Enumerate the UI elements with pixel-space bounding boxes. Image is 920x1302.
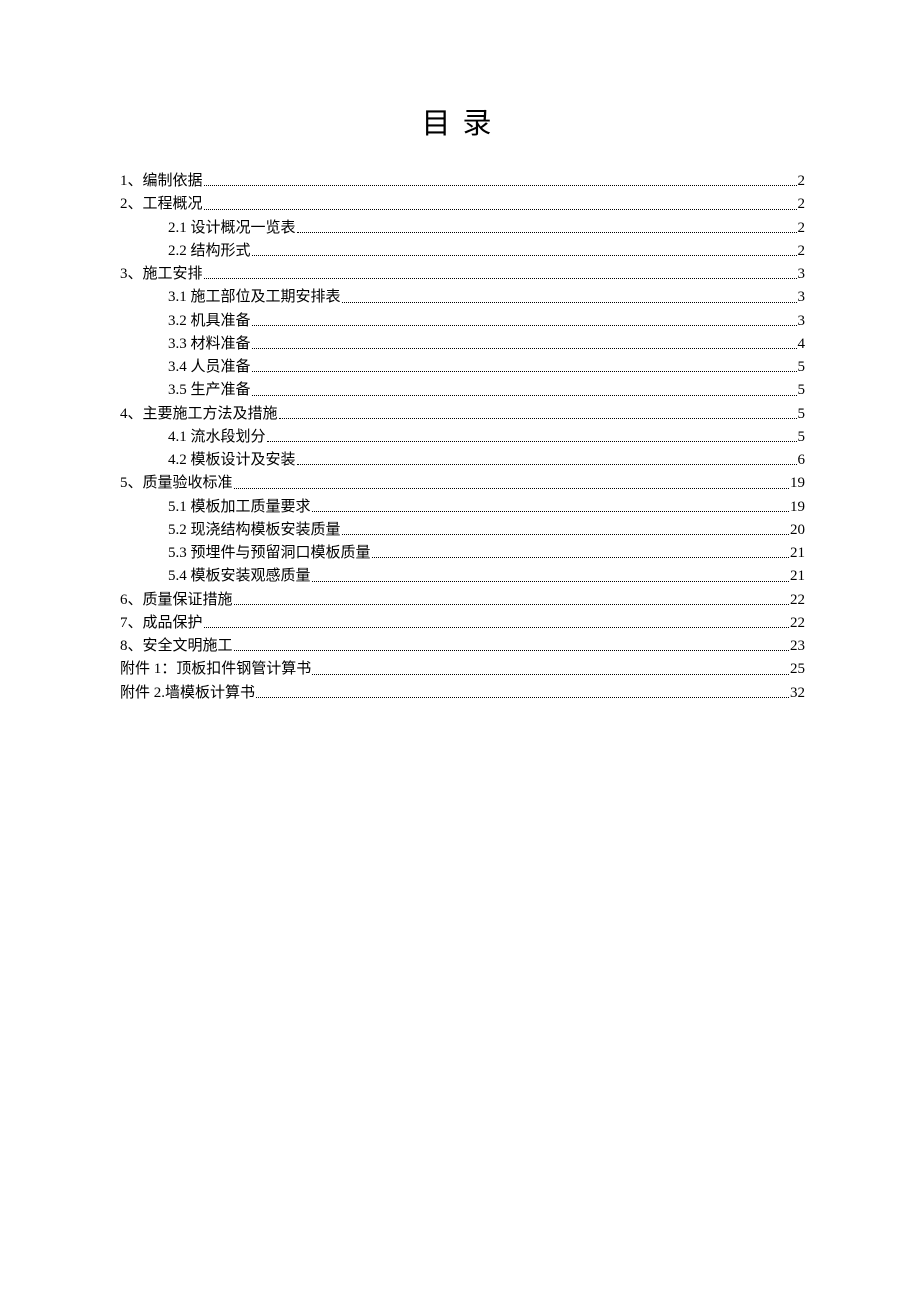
toc-leader-dots: [312, 511, 789, 512]
toc-entry: 3.4 人员准备 5: [120, 356, 805, 379]
toc-entry-label: 3.5 生产准备: [168, 379, 251, 402]
toc-entry-page: 22: [790, 589, 805, 612]
toc-entry: 3.3 材料准备 4: [120, 333, 805, 356]
toc-entry: 附件 1：顶板扣件钢管计算书 25: [120, 658, 805, 681]
toc-leader-dots: [297, 464, 797, 465]
toc-entry-page: 2: [798, 170, 806, 193]
toc-entry-page: 5: [798, 426, 806, 449]
toc-entry-page: 21: [790, 542, 805, 565]
toc-entry-label: 4.1 流水段划分: [168, 426, 266, 449]
toc-entry: 2.2 结构形式 2: [120, 240, 805, 263]
toc-leader-dots: [204, 278, 797, 279]
toc-entry-page: 4: [798, 333, 806, 356]
toc-entry-label: 5.4 模板安装观感质量: [168, 565, 311, 588]
toc-entry-label: 1、编制依据: [120, 170, 203, 193]
toc-entry: 附件 2.墙模板计算书 32: [120, 682, 805, 705]
toc-entry: 3.2 机具准备 3: [120, 310, 805, 333]
toc-entry: 4、主要施工方法及措施 5: [120, 403, 805, 426]
toc-entry-label: 5.1 模板加工质量要求: [168, 496, 311, 519]
toc-entry: 5.4 模板安装观感质量 21: [120, 565, 805, 588]
toc-leader-dots: [252, 395, 797, 396]
toc-entry-label: 5.3 预埋件与预留洞口模板质量: [168, 542, 371, 565]
toc-entry-page: 22: [790, 612, 805, 635]
toc-entry-page: 5: [798, 403, 806, 426]
toc-leader-dots: [312, 674, 789, 675]
toc-entry-page: 2: [798, 217, 806, 240]
toc-entry: 3、施工安排 3: [120, 263, 805, 286]
toc-entry-label: 附件 2.墙模板计算书: [120, 682, 255, 705]
toc-entry-page: 3: [798, 310, 806, 333]
toc-entry-page: 20: [790, 519, 805, 542]
toc-entry: 4.2 模板设计及安装 6: [120, 449, 805, 472]
toc-entry-label: 2、工程概况: [120, 193, 203, 216]
toc-entry-label: 5、质量验收标准: [120, 472, 233, 495]
toc-leader-dots: [234, 488, 789, 489]
toc-entry-label: 3.4 人员准备: [168, 356, 251, 379]
toc-entry-label: 6、质量保证措施: [120, 589, 233, 612]
toc-leader-dots: [252, 325, 797, 326]
document-page: 目录 1、编制依据22、工程概况22.1 设计概况一览表22.2 结构形式23、…: [0, 0, 920, 1302]
toc-entry-label: 4.2 模板设计及安装: [168, 449, 296, 472]
toc-entry-page: 2: [798, 193, 806, 216]
toc-entry-label: 3.2 机具准备: [168, 310, 251, 333]
toc-leader-dots: [267, 441, 797, 442]
toc-leader-dots: [297, 232, 797, 233]
toc-entry: 5、质量验收标准 19: [120, 472, 805, 495]
toc-entry-label: 附件 1：顶板扣件钢管计算书: [120, 658, 311, 681]
table-of-contents: 1、编制依据22、工程概况22.1 设计概况一览表22.2 结构形式23、施工安…: [120, 170, 805, 705]
toc-entry-label: 2.2 结构形式: [168, 240, 251, 263]
toc-entry-label: 3.1 施工部位及工期安排表: [168, 286, 341, 309]
toc-entry-page: 3: [798, 286, 806, 309]
toc-entry-page: 6: [798, 449, 806, 472]
toc-entry-label: 5.2 现浇结构模板安装质量: [168, 519, 341, 542]
toc-entry-page: 32: [790, 682, 805, 705]
toc-entry-label: 2.1 设计概况一览表: [168, 217, 296, 240]
toc-entry-page: 19: [790, 496, 805, 519]
toc-entry: 5.3 预埋件与预留洞口模板质量 21: [120, 542, 805, 565]
toc-leader-dots: [234, 650, 789, 651]
toc-leader-dots: [204, 185, 797, 186]
toc-leader-dots: [312, 581, 789, 582]
toc-entry: 5.1 模板加工质量要求 19: [120, 496, 805, 519]
toc-entry: 1、编制依据 2: [120, 170, 805, 193]
toc-entry-page: 19: [790, 472, 805, 495]
toc-entry: 5.2 现浇结构模板安装质量 20: [120, 519, 805, 542]
toc-entry: 2、工程概况 2: [120, 193, 805, 216]
toc-leader-dots: [372, 557, 789, 558]
toc-entry: 3.1 施工部位及工期安排表 3: [120, 286, 805, 309]
toc-leader-dots: [342, 534, 789, 535]
toc-entry: 6、质量保证措施 22: [120, 589, 805, 612]
toc-leader-dots: [256, 697, 789, 698]
toc-entry: 4.1 流水段划分 5: [120, 426, 805, 449]
toc-leader-dots: [252, 255, 797, 256]
toc-entry: 3.5 生产准备 5: [120, 379, 805, 402]
toc-entry-page: 25: [790, 658, 805, 681]
toc-entry: 7、成品保护 22: [120, 612, 805, 635]
toc-leader-dots: [252, 371, 797, 372]
toc-entry-page: 3: [798, 263, 806, 286]
toc-title: 目录: [120, 100, 805, 142]
toc-entry-page: 21: [790, 565, 805, 588]
toc-entry: 8、安全文明施工 23: [120, 635, 805, 658]
toc-entry-label: 7、成品保护: [120, 612, 203, 635]
toc-leader-dots: [252, 348, 797, 349]
toc-entry-page: 5: [798, 356, 806, 379]
toc-entry: 2.1 设计概况一览表 2: [120, 217, 805, 240]
toc-entry-page: 23: [790, 635, 805, 658]
toc-entry-label: 3、施工安排: [120, 263, 203, 286]
toc-leader-dots: [204, 209, 797, 210]
toc-entry-label: 4、主要施工方法及措施: [120, 403, 278, 426]
toc-leader-dots: [234, 604, 789, 605]
toc-entry-label: 3.3 材料准备: [168, 333, 251, 356]
toc-leader-dots: [342, 302, 797, 303]
toc-entry-label: 8、安全文明施工: [120, 635, 233, 658]
toc-leader-dots: [279, 418, 797, 419]
toc-leader-dots: [204, 627, 789, 628]
toc-entry-page: 5: [798, 379, 806, 402]
toc-entry-page: 2: [798, 240, 806, 263]
